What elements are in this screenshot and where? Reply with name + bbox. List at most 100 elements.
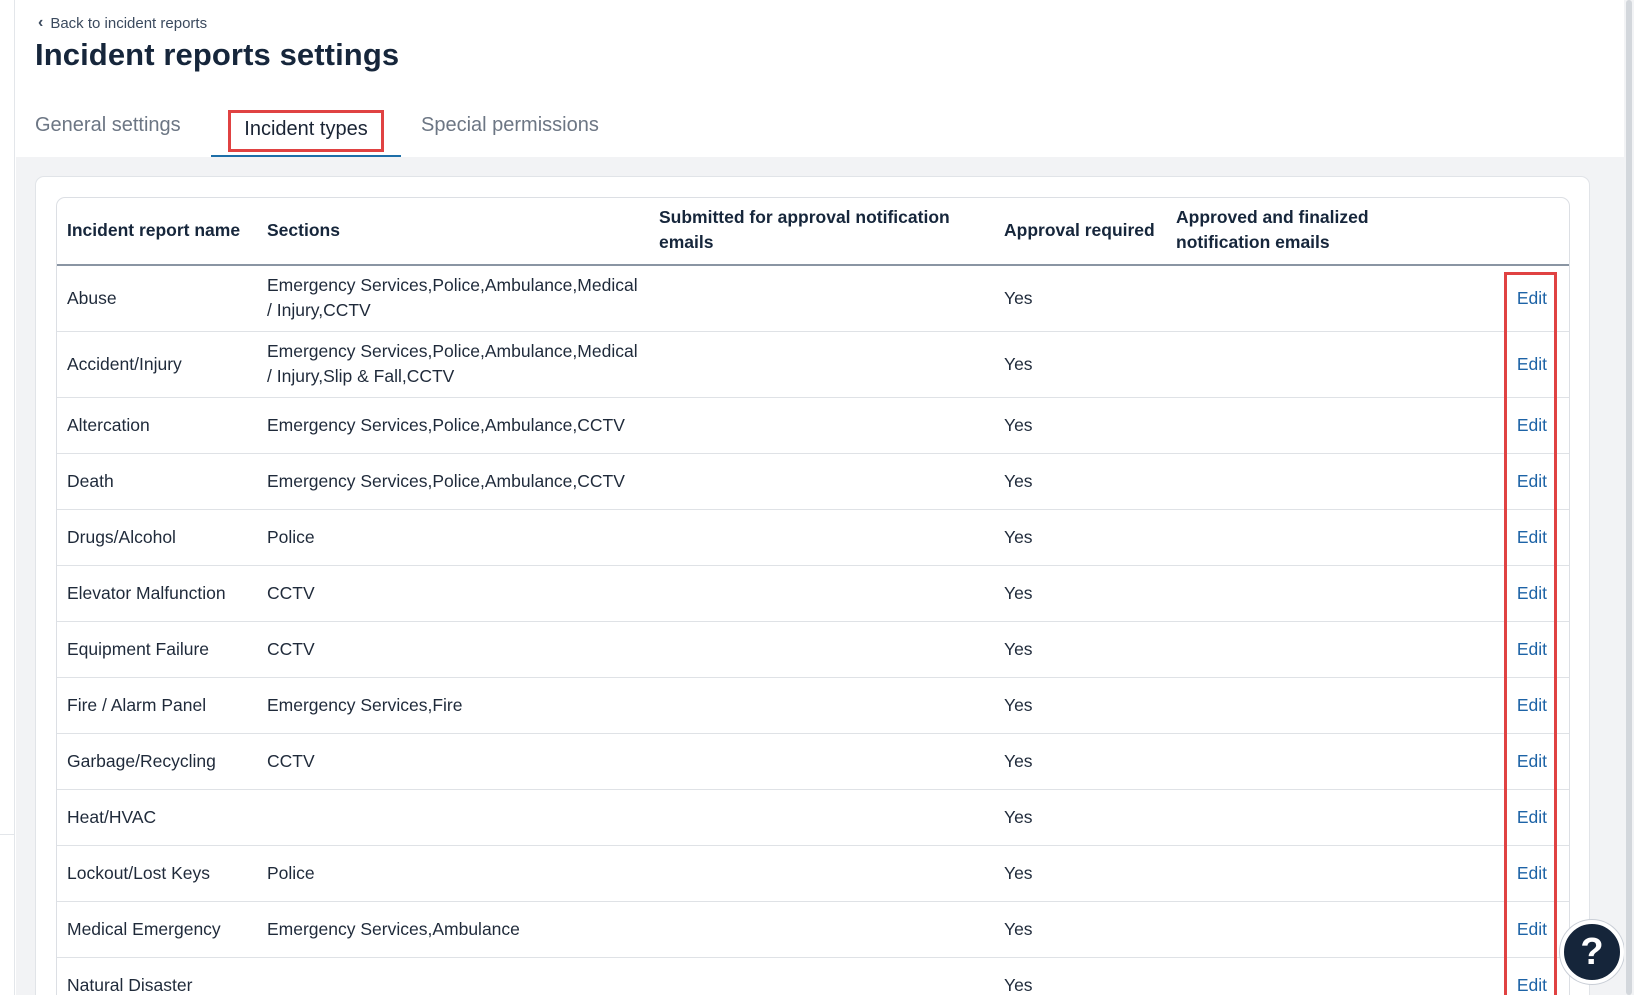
cell-approved-emails — [1166, 453, 1476, 510]
cell-approved-emails — [1166, 901, 1476, 958]
cell-approved-emails — [1166, 677, 1476, 734]
table-row: Abuse Emergency Services,Police,Ambulanc… — [57, 265, 1569, 332]
cell-approval-required: Yes — [994, 565, 1166, 622]
table-row: Accident/Injury Emergency Services,Polic… — [57, 331, 1569, 398]
edit-link[interactable]: Edit — [1517, 695, 1547, 715]
cell-sections: Emergency Services,Ambulance — [257, 901, 649, 958]
edit-link[interactable]: Edit — [1517, 288, 1547, 308]
table-row: Medical Emergency Emergency Services,Amb… — [57, 901, 1569, 958]
table-row: Garbage/Recycling CCTV Yes Edit — [57, 733, 1569, 790]
scrollbar-thumb[interactable] — [1626, 0, 1632, 995]
incident-types-card: Incident report name Sections Submitted … — [35, 176, 1590, 995]
cell-sections: Emergency Services,Fire — [257, 677, 649, 734]
cell-submitted-emails — [649, 901, 994, 958]
cell-name: Fire / Alarm Panel — [57, 677, 257, 734]
cell-actions: Edit — [1476, 265, 1569, 332]
edit-link[interactable]: Edit — [1517, 919, 1547, 939]
settings-tabs: General settings Incident types Special … — [35, 105, 599, 157]
tab-general-settings-label: General settings — [35, 114, 181, 136]
table-row: Lockout/Lost Keys Police Yes Edit — [57, 845, 1569, 902]
cell-approval-required: Yes — [994, 509, 1166, 566]
left-rail — [0, 0, 15, 995]
page-header: ‹ Back to incident reports Incident repo… — [16, 0, 1634, 157]
edit-link[interactable]: Edit — [1517, 583, 1547, 603]
rail-divider — [0, 834, 15, 835]
table-row: Death Emergency Services,Police,Ambulanc… — [57, 453, 1569, 510]
edit-link[interactable]: Edit — [1517, 639, 1547, 659]
table-row: Equipment Failure CCTV Yes Edit — [57, 621, 1569, 678]
cell-name: Elevator Malfunction — [57, 565, 257, 622]
cell-submitted-emails — [649, 397, 994, 454]
edit-link[interactable]: Edit — [1517, 751, 1547, 771]
cell-approval-required: Yes — [994, 845, 1166, 902]
edit-link[interactable]: Edit — [1517, 527, 1547, 547]
column-header-sections[interactable]: Sections — [257, 198, 649, 266]
cell-approved-emails — [1166, 509, 1476, 566]
cell-actions: Edit — [1476, 677, 1569, 734]
cell-approved-emails — [1166, 331, 1476, 398]
cell-sections: CCTV — [257, 621, 649, 678]
cell-sections: Emergency Services,Police,Ambulance,Medi… — [257, 265, 649, 332]
table-header-row: Incident report name Sections Submitted … — [57, 198, 1569, 266]
cell-name: Death — [57, 453, 257, 510]
cell-actions: Edit — [1476, 509, 1569, 566]
cell-name: Lockout/Lost Keys — [57, 845, 257, 902]
cell-sections: Emergency Services,Police,Ambulance,CCTV — [257, 397, 649, 454]
cell-name: Accident/Injury — [57, 331, 257, 398]
cell-sections: Police — [257, 509, 649, 566]
cell-actions: Edit — [1476, 621, 1569, 678]
cell-submitted-emails — [649, 453, 994, 510]
tab-incident-types[interactable]: Incident types — [211, 105, 401, 157]
cell-name: Medical Emergency — [57, 901, 257, 958]
cell-approval-required: Yes — [994, 397, 1166, 454]
page-title: Incident reports settings — [35, 37, 400, 72]
cell-submitted-emails — [649, 565, 994, 622]
cell-approval-required: Yes — [994, 621, 1166, 678]
table-row: Drugs/Alcohol Police Yes Edit — [57, 509, 1569, 566]
column-header-approval-required[interactable]: Approval required — [994, 198, 1166, 266]
cell-approval-required: Yes — [994, 789, 1166, 846]
cell-actions: Edit — [1476, 845, 1569, 902]
cell-sections: Emergency Services,Police,Ambulance,Medi… — [257, 331, 649, 398]
cell-approved-emails — [1166, 957, 1476, 995]
cell-actions: Edit — [1476, 733, 1569, 790]
cell-name: Natural Disaster — [57, 957, 257, 995]
edit-link[interactable]: Edit — [1517, 471, 1547, 491]
cell-submitted-emails — [649, 957, 994, 995]
cell-actions: Edit — [1476, 331, 1569, 398]
back-to-incident-reports-link[interactable]: ‹ Back to incident reports — [38, 13, 207, 32]
table-row: Elevator Malfunction CCTV Yes Edit — [57, 565, 1569, 622]
chevron-left-icon: ‹ — [38, 13, 44, 31]
cell-sections: Police — [257, 845, 649, 902]
cell-name: Garbage/Recycling — [57, 733, 257, 790]
cell-name: Equipment Failure — [57, 621, 257, 678]
edit-link[interactable]: Edit — [1517, 975, 1547, 995]
table-row: Altercation Emergency Services,Police,Am… — [57, 397, 1569, 454]
cell-approval-required: Yes — [994, 265, 1166, 332]
edit-link[interactable]: Edit — [1517, 354, 1547, 374]
column-header-name[interactable]: Incident report name — [57, 198, 257, 266]
cell-submitted-emails — [649, 331, 994, 398]
help-button[interactable]: ? — [1560, 920, 1624, 984]
cell-approval-required: Yes — [994, 733, 1166, 790]
edit-link[interactable]: Edit — [1517, 807, 1547, 827]
column-header-approved-emails[interactable]: Approved and finalized notification emai… — [1166, 198, 1476, 266]
cell-sections — [257, 957, 649, 995]
column-header-actions — [1476, 198, 1569, 266]
table-row: Heat/HVAC Yes Edit — [57, 789, 1569, 846]
cell-approval-required: Yes — [994, 957, 1166, 995]
tab-general-settings[interactable]: General settings — [35, 105, 211, 157]
tab-incident-types-label: Incident types — [228, 110, 384, 152]
cell-approval-required: Yes — [994, 901, 1166, 958]
edit-link[interactable]: Edit — [1517, 415, 1547, 435]
cell-actions: Edit — [1476, 901, 1569, 958]
tab-special-permissions[interactable]: Special permissions — [401, 105, 599, 157]
cell-approved-emails — [1166, 845, 1476, 902]
cell-name: Heat/HVAC — [57, 789, 257, 846]
page-scrollbar[interactable] — [1624, 0, 1634, 995]
cell-approved-emails — [1166, 733, 1476, 790]
cell-approved-emails — [1166, 789, 1476, 846]
edit-link[interactable]: Edit — [1517, 863, 1547, 883]
column-header-submitted-emails[interactable]: Submitted for approval notification emai… — [649, 198, 994, 266]
cell-actions: Edit — [1476, 397, 1569, 454]
